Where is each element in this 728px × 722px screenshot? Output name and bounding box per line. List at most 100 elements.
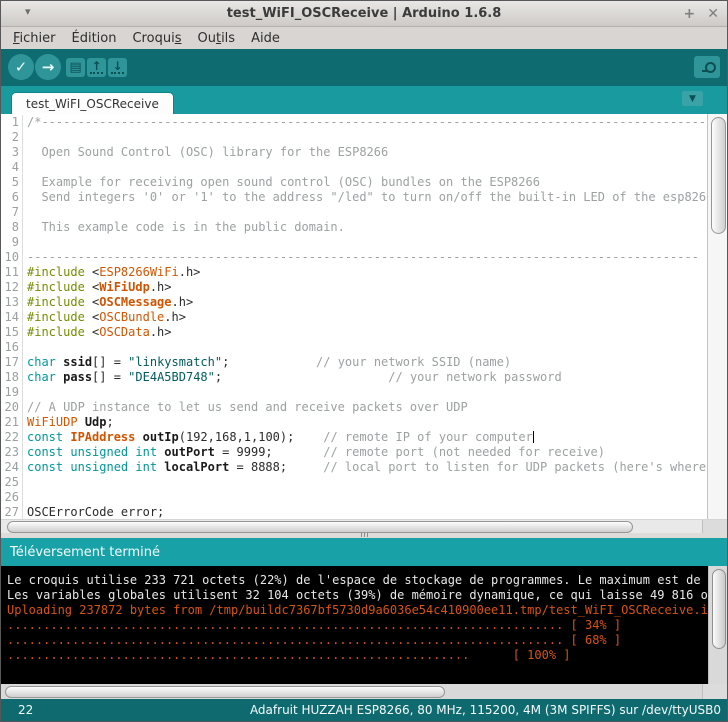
code-line[interactable]: 7 [1,205,727,220]
editor-console-splitter[interactable] [1,533,727,538]
scrollbar-thumb[interactable] [7,521,633,533]
code-line[interactable]: 26 [1,490,727,505]
code-line[interactable]: 5 Example for receiving open sound contr… [1,175,727,190]
code-line[interactable]: 3 Open Sound Control (OSC) library for t… [1,145,727,160]
code-line[interactable]: 1/*-------------------------------------… [1,115,727,130]
code-line[interactable]: 21 WiFiUDP Udp; [1,415,727,430]
console-line: ........................................… [7,618,622,632]
menu-fichier[interactable]: Fichier [5,30,64,47]
code-line[interactable]: 22 const IPAddress outIp(192,168,1,100); … [1,430,727,445]
scrollbar-thumb[interactable] [5,686,445,698]
new-sketch-button[interactable]: ▤ [66,58,85,77]
line-number: 16 [1,340,23,355]
line-number: 17 [1,355,23,370]
code-line[interactable]: 12 #include <WiFiUdp.h> [1,280,727,295]
close-button[interactable]: ✕ [707,7,719,21]
code-line[interactable]: 9 [1,235,727,250]
console-line: ........................................… [7,633,622,647]
line-number: 21 [1,415,23,430]
toolbar: ✓ → ▤ ↑ ↓ [1,49,727,86]
code-line[interactable]: 25 [1,475,727,490]
console-line: ........................................… [7,648,571,662]
editor-vertical-scrollbar[interactable] [707,114,727,519]
code-line[interactable]: 8 This example code is in the public dom… [1,220,727,235]
editor-lines: 1/*-------------------------------------… [1,115,727,519]
line-number: 15 [1,325,23,340]
chevron-down-icon: ▼ [689,93,696,104]
code-line[interactable]: 17 char ssid[] = "linkysmatch"; // your n… [1,355,727,370]
code-line[interactable]: 13 #include <OSCMessage.h> [1,295,727,310]
code-line[interactable]: 20// A UDP instance to let us send and r… [1,400,727,415]
code-line[interactable]: 27 OSCErrorCode error; [1,505,727,519]
open-button[interactable]: ↑ [87,58,106,77]
serial-monitor-button[interactable] [694,56,720,78]
footer-bar: 22 Adafruit HUZZAH ESP8266, 80 MHz, 1152… [1,699,727,721]
line-number: 5 [1,175,23,190]
code-line[interactable]: 2 [1,130,727,145]
code-line[interactable]: 6 Send integers '0' or '1' to the addres… [1,190,727,205]
line-number: 14 [1,310,23,325]
code-line[interactable]: 23 const unsigned int outPort = 9999; // … [1,445,727,460]
line-number: 19 [1,385,23,400]
magnifier-icon [701,61,716,73]
code-line[interactable]: 11 #include <ESP8266WiFi.h> [1,265,727,280]
line-number: 22 [1,430,23,445]
tab-label: test_WiFI_OSCReceive [26,97,159,111]
tab-test-wifi-oscreceive[interactable]: test_WiFI_OSCReceive [11,92,174,115]
maximize-button[interactable]: + [684,7,696,21]
console-horizontal-scrollbar[interactable] [1,684,727,699]
line-number: 7 [1,205,23,220]
code-line[interactable]: 18 char pass[] = "DE4A5BD748"; // your ne… [1,370,727,385]
tab-strip: test_WiFI_OSCReceive ▼ [1,86,727,115]
up-arrow-icon: ↑ [90,59,103,74]
line-number: 26 [1,490,23,505]
status-message: Téléversement terminé [10,544,161,560]
tab-list-button[interactable]: ▼ [682,91,703,106]
line-number: 11 [1,265,23,280]
menu-croquis[interactable]: Croquis [124,30,189,47]
line-number: 1 [1,115,23,130]
scrollbar-corner [702,684,727,699]
scrollbar-corner [702,520,727,533]
verify-button[interactable]: ✓ [8,54,34,80]
console-output[interactable]: Le croquis utilise 233 721 octets (22%) … [1,566,727,684]
save-button[interactable]: ↓ [108,58,127,77]
code-line[interactable]: 4 [1,160,727,175]
menu-aide[interactable]: Aide [243,30,288,47]
line-number: 13 [1,295,23,310]
menu-outils[interactable]: Outils [189,30,243,47]
code-line[interactable]: 16 [1,340,727,355]
code-line[interactable]: 14 #include <OSCBundle.h> [1,310,727,325]
code-line[interactable]: 19 [1,385,727,400]
code-line[interactable]: 15 #include <OSCData.h> [1,325,727,340]
line-number: 3 [1,145,23,160]
line-number: 10 [1,250,23,265]
line-number: 6 [1,190,23,205]
title-bar[interactable]: ▾ test_WiFI_OSCReceive | Arduino 1.6.8 +… [1,1,727,27]
console-line: Uploading 237872 bytes from /tmp/buildc7… [7,603,727,617]
console-lines: Le croquis utilise 233 721 octets (22%) … [7,573,727,663]
splitter-grip-icon[interactable] [364,533,365,537]
window-menu-icon[interactable]: ▾ [25,5,31,18]
right-arrow-icon: → [41,58,55,76]
line-number: 12 [1,280,23,295]
console-line: Les variables globales utilisent 32 104 … [7,588,727,602]
text-cursor [532,431,534,443]
current-line-indicator: 22 [18,703,34,717]
line-number: 4 [1,160,23,175]
upload-button[interactable]: → [35,54,61,80]
arduino-ide-window: ▾ test_WiFI_OSCReceive | Arduino 1.6.8 +… [0,0,728,722]
line-number: 20 [1,400,23,415]
code-line[interactable]: 24 const unsigned int localPort = 8888; /… [1,460,727,475]
status-bar: Téléversement terminé [1,538,727,566]
code-editor[interactable]: 1/*-------------------------------------… [1,114,727,519]
code-line[interactable]: 10 --------------------------------------… [1,250,727,265]
window-title: test_WiFI_OSCReceive | Arduino 1.6.8 [226,6,502,21]
scrollbar-thumb[interactable] [712,569,726,649]
down-arrow-icon: ↓ [111,59,124,74]
editor-horizontal-scrollbar[interactable] [1,519,727,533]
menu-edition[interactable]: Édition [64,30,125,47]
console-vertical-scrollbar[interactable] [708,566,727,684]
check-icon: ✓ [14,58,28,76]
scrollbar-thumb[interactable] [711,117,726,234]
